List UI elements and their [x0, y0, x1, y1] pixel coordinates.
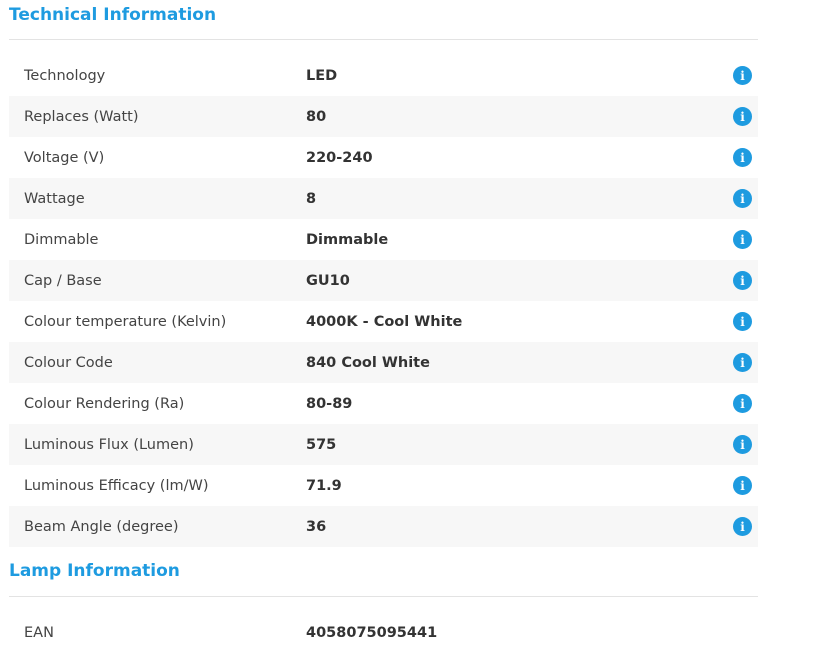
info-icon[interactable]: i: [733, 148, 752, 167]
spec-label: Luminous Flux (Lumen): [24, 436, 194, 453]
spec-row-colour-rendering: Colour Rendering (Ra) 80-89 i: [9, 383, 758, 424]
spec-label: Colour Rendering (Ra): [24, 395, 185, 412]
info-icon[interactable]: i: [733, 476, 752, 495]
spec-row-voltage: Voltage (V) 220-240 i: [9, 137, 758, 178]
divider: [9, 596, 758, 597]
spec-value: 8: [306, 190, 317, 207]
spec-row-luminous-efficacy: Luminous Efficacy (lm/W) 71.9 i: [9, 465, 758, 506]
info-icon[interactable]: i: [733, 271, 752, 290]
lamp-table: EAN 4058075095441: [9, 612, 758, 653]
info-icon[interactable]: i: [733, 230, 752, 249]
spec-label: Luminous Efficacy (lm/W): [24, 477, 209, 494]
spec-label: Voltage (V): [24, 149, 105, 166]
spec-label: EAN: [24, 624, 54, 641]
spec-value: 71.9: [306, 477, 342, 494]
spec-label: Dimmable: [24, 231, 99, 248]
spec-value: LED: [306, 67, 338, 84]
spec-row-ean: EAN 4058075095441: [9, 612, 758, 653]
spec-row-colour-temperature: Colour temperature (Kelvin) 4000K - Cool…: [9, 301, 758, 342]
spec-value: Dimmable: [306, 231, 389, 248]
spec-value: 840 Cool White: [306, 354, 430, 371]
info-icon[interactable]: i: [733, 435, 752, 454]
info-icon[interactable]: i: [733, 517, 752, 536]
spec-row-cap-base: Cap / Base GU10 i: [9, 260, 758, 301]
spec-value: 80-89: [306, 395, 353, 412]
spec-value: 220-240: [306, 149, 373, 166]
lamp-information-title: Lamp Information: [9, 561, 180, 581]
technical-information-title: Technical Information: [9, 5, 217, 25]
spec-row-technology: Technology LED i: [9, 55, 758, 96]
spec-row-dimmable: Dimmable Dimmable i: [9, 219, 758, 260]
spec-row-luminous-flux: Luminous Flux (Lumen) 575 i: [9, 424, 758, 465]
info-icon[interactable]: i: [733, 353, 752, 372]
spec-label: Beam Angle (degree): [24, 518, 179, 535]
spec-value: GU10: [306, 272, 350, 289]
spec-row-replaces-watt: Replaces (Watt) 80 i: [9, 96, 758, 137]
info-icon[interactable]: i: [733, 107, 752, 126]
spec-row-beam-angle: Beam Angle (degree) 36 i: [9, 506, 758, 547]
spec-label: Colour Code: [24, 354, 113, 371]
spec-label: Colour temperature (Kelvin): [24, 313, 227, 330]
spec-value: 575: [306, 436, 337, 453]
spec-label: Replaces (Watt): [24, 108, 139, 125]
spec-value: 80: [306, 108, 327, 125]
divider: [9, 39, 758, 40]
spec-value: 4000K - Cool White: [306, 313, 463, 330]
info-icon[interactable]: i: [733, 394, 752, 413]
spec-row-colour-code: Colour Code 840 Cool White i: [9, 342, 758, 383]
spec-label: Cap / Base: [24, 272, 102, 289]
technical-table: Technology LED i Replaces (Watt) 80 i Vo…: [9, 55, 758, 547]
spec-value: 4058075095441: [306, 624, 438, 641]
spec-row-wattage: Wattage 8 i: [9, 178, 758, 219]
spec-label: Wattage: [24, 190, 85, 207]
info-icon[interactable]: i: [733, 312, 752, 331]
info-icon[interactable]: i: [733, 189, 752, 208]
spec-label: Technology: [24, 67, 106, 84]
info-icon[interactable]: i: [733, 66, 752, 85]
spec-value: 36: [306, 518, 327, 535]
product-specs: Technical Information Technology LED i R…: [0, 0, 819, 659]
